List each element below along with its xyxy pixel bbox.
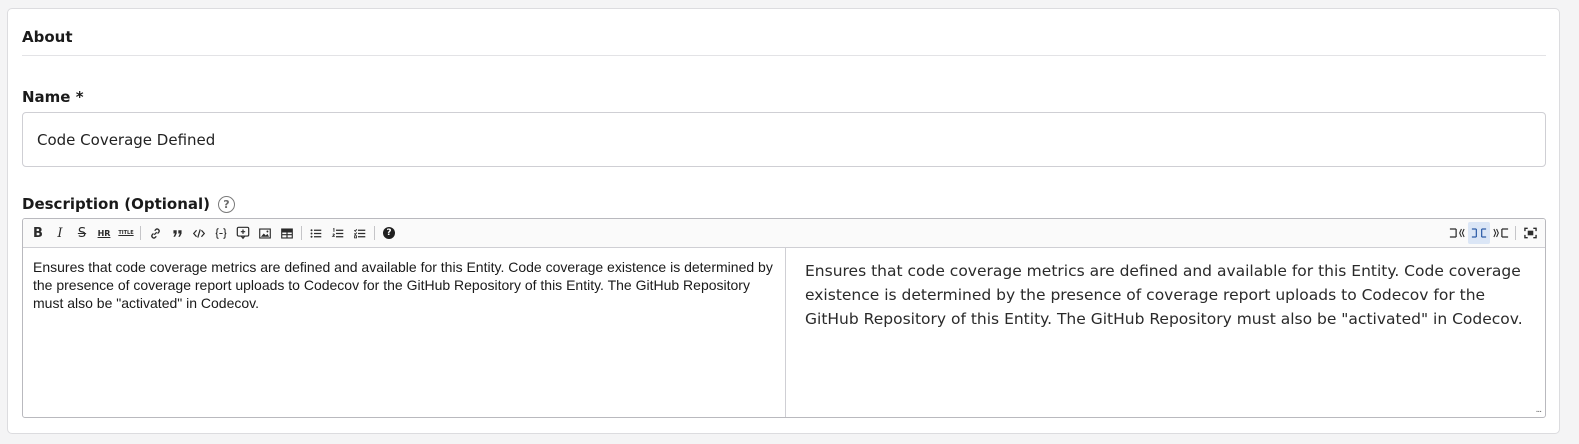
markdown-editor: B I S HR TITLE ? Ensures that code cover… <box>22 218 1546 418</box>
title-button[interactable]: TITLE <box>115 222 137 244</box>
code-icon[interactable] <box>188 222 210 244</box>
edit-only-icon[interactable] <box>1446 222 1468 244</box>
description-label: Description (Optional) ? <box>22 195 235 213</box>
resize-handle[interactable]: ... <box>1536 404 1542 415</box>
preview-pane: Ensures that code coverage metrics are d… <box>805 262 1523 328</box>
about-card: About Name * Description (Optional) ? B … <box>7 8 1560 434</box>
toolbar-separator <box>301 226 302 240</box>
image-icon[interactable] <box>254 222 276 244</box>
description-label-text: Description (Optional) <box>22 195 210 213</box>
italic-button[interactable]: I <box>49 222 71 244</box>
table-icon[interactable] <box>276 222 298 244</box>
fullscreen-icon[interactable] <box>1519 222 1541 244</box>
preview-only-icon[interactable] <box>1490 222 1512 244</box>
code-block-icon[interactable] <box>210 222 232 244</box>
help-icon[interactable]: ? <box>218 195 235 213</box>
comment-icon[interactable] <box>232 222 254 244</box>
section-divider <box>22 55 1546 56</box>
help-icon[interactable]: ? <box>378 222 400 244</box>
name-label-text: Name * <box>22 88 84 106</box>
view-mode-group <box>1446 222 1541 244</box>
link-icon[interactable] <box>144 222 166 244</box>
quote-icon[interactable] <box>166 222 188 244</box>
name-input[interactable] <box>22 112 1546 167</box>
ordered-list-icon[interactable] <box>327 222 349 244</box>
help-glyph: ? <box>383 227 395 239</box>
live-preview-icon[interactable] <box>1468 222 1490 244</box>
toolbar-separator <box>140 226 141 240</box>
strikethrough-button[interactable]: S <box>71 222 93 244</box>
bold-button[interactable]: B <box>27 222 49 244</box>
editor-text-area[interactable]: Ensures that code coverage metrics are d… <box>23 248 786 417</box>
editor-toolbar: B I S HR TITLE ? <box>23 219 1545 248</box>
name-label: Name * <box>22 88 84 106</box>
task-list-icon[interactable] <box>349 222 371 244</box>
unordered-list-icon[interactable] <box>305 222 327 244</box>
horizontal-rule-button[interactable]: HR <box>93 222 115 244</box>
section-title: About <box>22 28 73 46</box>
toolbar-separator <box>1515 226 1516 240</box>
toolbar-separator <box>374 226 375 240</box>
